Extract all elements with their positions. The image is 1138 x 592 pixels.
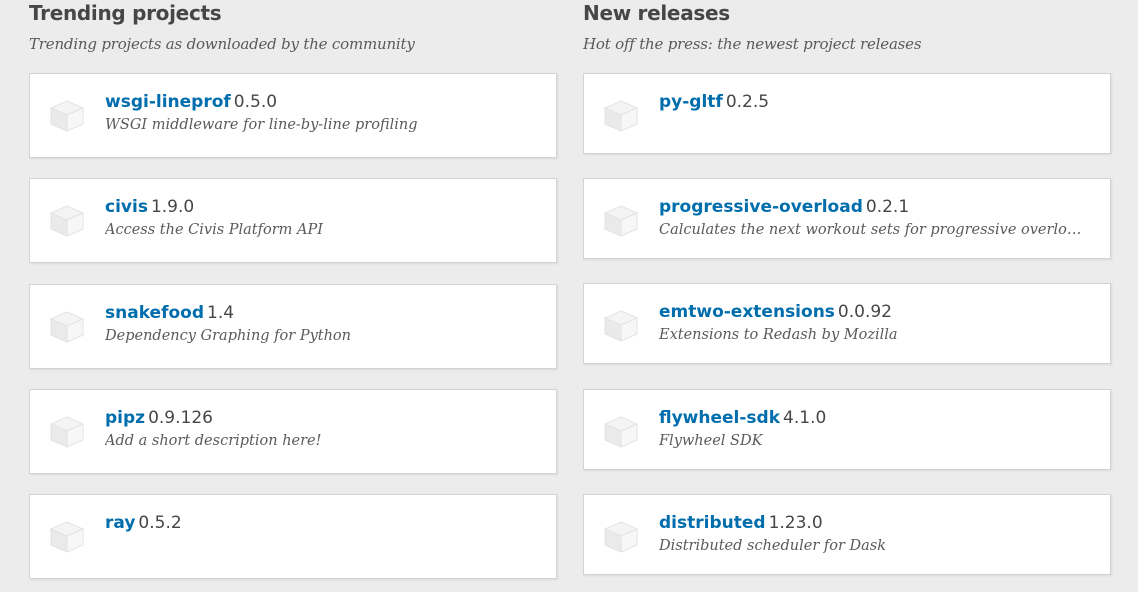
project-heading: flywheel-sdk 4.1.0 (659, 408, 826, 428)
project-card[interactable]: distributed 1.23.0 Distributed scheduler f… (583, 494, 1111, 575)
project-heading: distributed 1.23.0 (659, 513, 823, 533)
project-columns: Trending projects Trending projects as d… (0, 0, 1138, 592)
project-version: 0.2.5 (725, 92, 770, 112)
project-description: Add a short description here! (105, 433, 322, 449)
project-name-link[interactable]: emtwo-extensions (659, 302, 835, 322)
project-card[interactable]: snakefood 1.4 Dependency Graphing for Pyth… (29, 284, 557, 369)
project-card[interactable]: pipz 0.9.126 Add a short description here! (29, 389, 557, 474)
project-version: 0.5.0 (233, 92, 278, 112)
project-heading: py-gltf 0.2.5 (659, 92, 769, 112)
package-cube-icon (49, 415, 85, 449)
package-cube-icon (603, 415, 639, 449)
project-heading: snakefood 1.4 (105, 303, 234, 323)
project-description: Access the Civis Platform API (105, 222, 323, 238)
project-heading: civis 1.9.0 (105, 197, 194, 217)
package-cube-icon (603, 309, 639, 343)
project-name-link[interactable]: distributed (659, 513, 766, 533)
project-name-link[interactable]: progressive-overload (659, 197, 863, 217)
project-version: 1.9.0 (150, 197, 195, 217)
trending-projects-subtitle: Trending projects as downloaded by the c… (29, 35, 415, 53)
project-description: Calculates the next workout sets for pro… (659, 222, 1089, 238)
project-heading: wsgi-lineprof 0.5.0 (105, 92, 277, 112)
project-card[interactable]: emtwo-extensions 0.0.92 Extensions to Reda… (583, 283, 1111, 364)
package-cube-icon (603, 204, 639, 238)
package-cube-icon (49, 204, 85, 238)
project-name-link[interactable]: civis (105, 197, 148, 217)
package-cube-icon (603, 520, 639, 554)
project-name-link[interactable]: ray (105, 513, 135, 533)
project-heading: emtwo-extensions 0.0.92 (659, 302, 892, 322)
package-cube-icon (49, 520, 85, 554)
project-version: 0.9.126 (148, 408, 213, 428)
project-heading: pipz 0.9.126 (105, 408, 213, 428)
new-releases-subtitle: Hot off the press: the newest project re… (583, 35, 922, 53)
project-version: 0.2.1 (865, 197, 910, 217)
package-cube-icon (49, 310, 85, 344)
package-cube-icon (49, 99, 85, 133)
project-version: 0.5.2 (138, 513, 182, 533)
project-name-link[interactable]: flywheel-sdk (659, 408, 780, 428)
project-name-link[interactable]: py-gltf (659, 92, 723, 112)
project-description: Distributed scheduler for Dask (659, 538, 887, 554)
project-version: 1.4 (207, 303, 235, 323)
trending-projects-title: Trending projects (29, 1, 222, 25)
project-name-link[interactable]: pipz (105, 408, 145, 428)
project-version: 1.23.0 (768, 513, 823, 533)
new-releases-title: New releases (583, 1, 730, 25)
project-heading: ray 0.5.2 (105, 513, 182, 533)
project-card[interactable]: ray 0.5.2 (29, 494, 557, 579)
project-card[interactable]: wsgi-lineprof 0.5.0 WSGI middleware for li… (29, 73, 557, 158)
project-name-link[interactable]: wsgi-lineprof (105, 92, 231, 112)
project-heading: progressive-overload 0.2.1 (659, 197, 909, 217)
project-card[interactable]: py-gltf 0.2.5 (583, 73, 1111, 154)
package-cube-icon (603, 99, 639, 133)
project-card[interactable]: civis 1.9.0 Access the Civis Platform API (29, 178, 557, 263)
project-description: Dependency Graphing for Python (105, 328, 351, 344)
project-name-link[interactable]: snakefood (105, 303, 204, 323)
project-card[interactable]: progressive-overload 0.2.1 Calculates the … (583, 178, 1111, 259)
project-description: Extensions to Redash by Mozilla (659, 327, 898, 343)
project-card[interactable]: flywheel-sdk 4.1.0 Flywheel SDK (583, 389, 1111, 470)
project-description: Flywheel SDK (659, 433, 763, 449)
project-version: 4.1.0 (783, 408, 827, 428)
project-description: WSGI middleware for line-by-line profili… (105, 117, 418, 133)
project-version: 0.0.92 (837, 302, 892, 322)
